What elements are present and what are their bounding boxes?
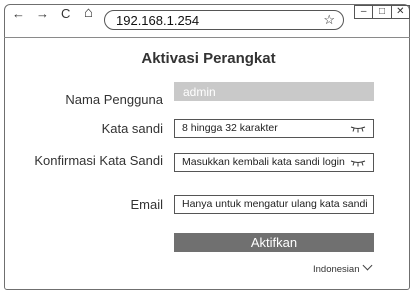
hidden-eye-icon[interactable]	[350, 159, 366, 167]
toolbar-divider	[4, 37, 410, 38]
confirm-password-placeholder: Masukkan kembali kata sandi login	[182, 156, 345, 168]
activate-button[interactable]: Aktifkan	[174, 233, 374, 252]
address-bar[interactable]: 192.168.1.254 ☆	[104, 10, 344, 30]
close-icon[interactable]: ✕	[390, 6, 409, 18]
password-placeholder: 8 hingga 32 karakter	[182, 122, 278, 134]
reload-icon[interactable]: C	[61, 7, 70, 21]
password-label: Kata sandi	[101, 121, 163, 136]
confirm-password-label: Konfirmasi Kata Sandi	[34, 153, 163, 168]
forward-icon[interactable]: →	[36, 7, 49, 21]
bookmark-star-icon[interactable]: ☆	[323, 12, 335, 28]
window-controls: – □ ✕	[354, 5, 410, 19]
maximize-icon[interactable]: □	[372, 6, 390, 18]
email-field[interactable]: Hanya untuk mengatur ulang kata sandi	[174, 195, 374, 214]
password-field[interactable]: 8 hingga 32 karakter	[174, 119, 374, 138]
address-text: 192.168.1.254	[116, 13, 200, 28]
email-label: Email	[130, 197, 163, 212]
home-icon[interactable]: ⌂	[84, 5, 93, 20]
username-value: admin	[183, 85, 216, 99]
minimize-icon[interactable]: –	[355, 6, 372, 18]
browser-toolbar: ← → C ⌂ 192.168.1.254 ☆ – □ ✕	[0, 0, 417, 34]
language-label: Indonesian	[313, 264, 360, 275]
language-selector[interactable]: Indonesian	[313, 260, 373, 275]
email-placeholder: Hanya untuk mengatur ulang kata sandi	[182, 198, 368, 210]
username-field[interactable]: admin	[174, 82, 374, 101]
back-icon[interactable]: ←	[12, 7, 25, 21]
username-label: Nama Pengguna	[65, 92, 163, 107]
page-title: Aktivasi Perangkat	[141, 50, 276, 67]
confirm-password-field[interactable]: Masukkan kembali kata sandi login	[174, 153, 374, 172]
hidden-eye-icon[interactable]	[350, 125, 366, 133]
